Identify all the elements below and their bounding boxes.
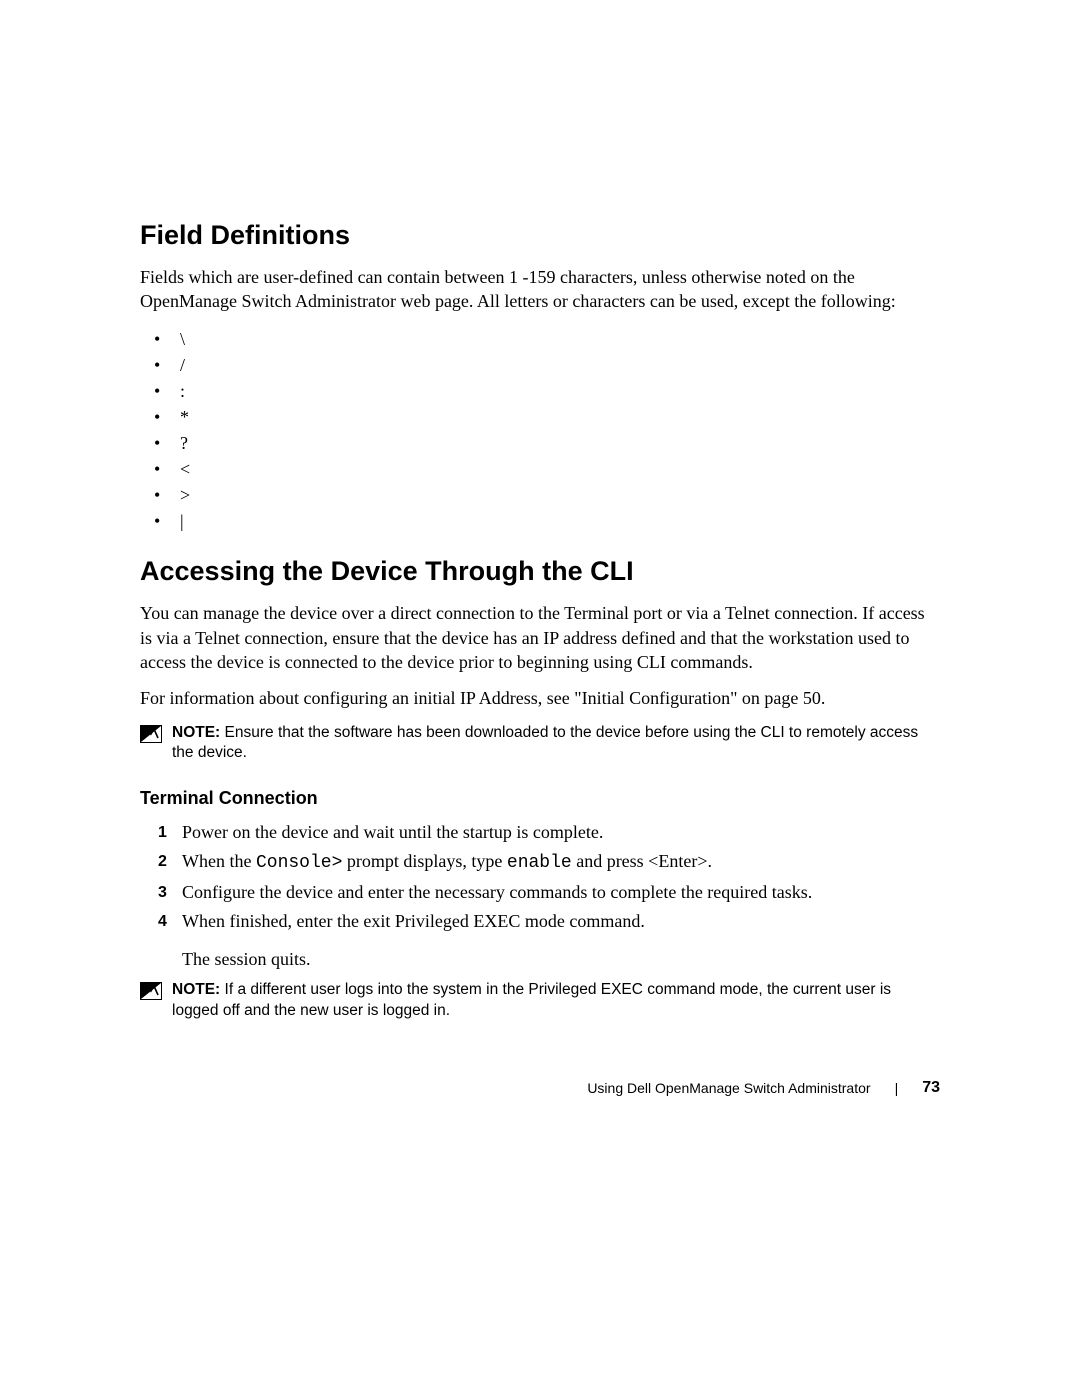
page-footer: Using Dell OpenManage Switch Administrat… — [587, 1079, 940, 1097]
step-4-result: The session quits. — [182, 949, 940, 970]
page-content: Field Definitions Fields which are user-… — [0, 0, 1080, 1022]
code-enable: enable — [507, 853, 572, 873]
note-text-2: NOTE: If a different user logs into the … — [172, 980, 940, 1022]
note-icon — [140, 982, 162, 1000]
note-label: NOTE: — [172, 724, 220, 741]
list-item: > — [154, 482, 940, 508]
note-text-1: NOTE: Ensure that the software has been … — [172, 723, 940, 765]
heading-field-definitions: Field Definitions — [140, 220, 940, 251]
note-icon — [140, 725, 162, 743]
step-text: When the — [182, 851, 256, 871]
excluded-chars-list: \ / : * ? < > | — [154, 326, 940, 535]
step-4: When finished, enter the exit Privileged… — [158, 908, 940, 935]
note-block-1: NOTE: Ensure that the software has been … — [140, 723, 940, 765]
list-item: < — [154, 456, 940, 482]
note-block-2: NOTE: If a different user logs into the … — [140, 980, 940, 1022]
list-item: / — [154, 352, 940, 378]
step-1: Power on the device and wait until the s… — [158, 819, 940, 846]
note-body: Ensure that the software has been downlo… — [172, 724, 918, 762]
subheading-terminal-connection: Terminal Connection — [140, 788, 940, 809]
note-body: If a different user logs into the system… — [172, 981, 891, 1019]
list-item: * — [154, 404, 940, 430]
note-label: NOTE: — [172, 981, 220, 998]
heading-accessing-cli: Accessing the Device Through the CLI — [140, 556, 940, 587]
step-text: prompt displays, type — [342, 851, 507, 871]
list-item: : — [154, 378, 940, 404]
terminal-steps: Power on the device and wait until the s… — [158, 819, 940, 935]
step-3: Configure the device and enter the neces… — [158, 879, 940, 906]
list-item: ? — [154, 430, 940, 456]
step-2: When the Console> prompt displays, type … — [158, 848, 940, 877]
cli-paragraph-1: You can manage the device over a direct … — [140, 601, 940, 674]
list-item: \ — [154, 326, 940, 352]
code-console: Console> — [256, 853, 342, 873]
footer-title: Using Dell OpenManage Switch Administrat… — [587, 1080, 870, 1096]
page-number: 73 — [922, 1079, 940, 1097]
footer-separator: | — [895, 1080, 899, 1096]
field-definitions-intro: Fields which are user-defined can contai… — [140, 265, 940, 314]
list-item: | — [154, 508, 940, 534]
step-text: and press <Enter>. — [572, 851, 712, 871]
cli-paragraph-2: For information about configuring an ini… — [140, 686, 940, 710]
